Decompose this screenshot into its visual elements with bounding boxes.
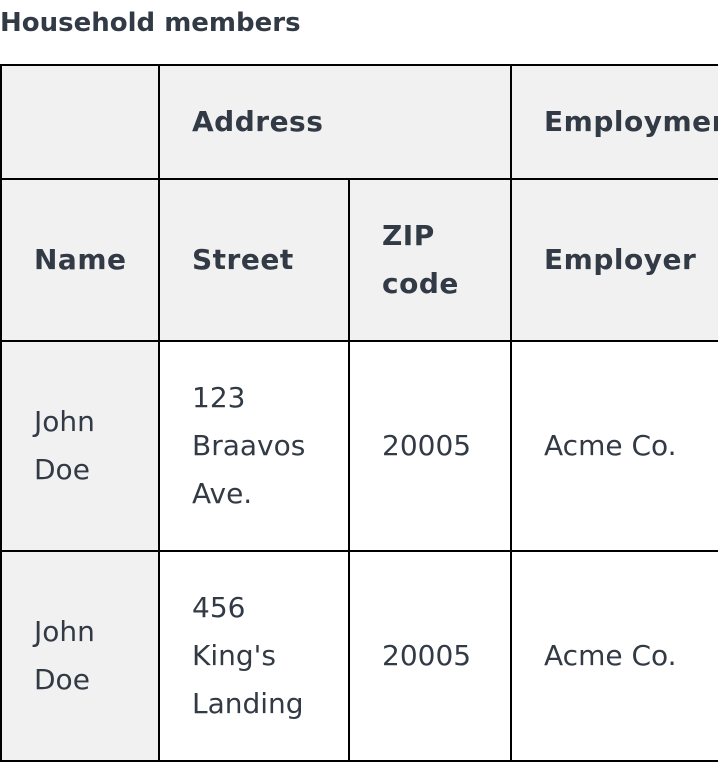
name-first: John — [34, 405, 95, 438]
address-group-header: Address — [157, 64, 513, 180]
table-row: John Doe 456 King's Landing 20005 Acme C… — [0, 550, 718, 762]
empty-header-cell — [0, 64, 160, 180]
employer-cell: Acme Co. — [510, 550, 718, 762]
table-row: John Doe 123 Braavos Ave. 20005 Acme Co. — [0, 340, 718, 552]
zip-code-column-header: ZIP code — [347, 178, 513, 342]
street-name: Braavos — [192, 429, 306, 462]
name-last: Doe — [34, 663, 90, 696]
group-header-row: Address Employment — [0, 64, 718, 180]
name-cell: John Doe — [0, 550, 160, 762]
street-column-header: Street — [158, 178, 350, 342]
employer-column-header: Employer — [510, 178, 718, 342]
street-suffix: Landing — [192, 687, 304, 720]
column-header-row: Name Street ZIP code Employer — [0, 178, 718, 342]
table-caption: Household members — [0, 8, 301, 38]
street-cell: 456 King's Landing — [158, 550, 350, 762]
name-first: John — [34, 615, 95, 648]
household-table-viewport[interactable]: Address Employment Name Street ZIP code … — [0, 64, 718, 762]
household-members-table: Address Employment Name Street ZIP code … — [0, 64, 718, 762]
zip-code-cell: 20005 — [347, 340, 513, 552]
name-last: Doe — [34, 453, 90, 486]
street-number: 456 — [192, 591, 246, 624]
street-name: King's — [192, 639, 276, 672]
street-cell: 123 Braavos Ave. — [158, 340, 350, 552]
zip-code-cell: 20005 — [347, 550, 513, 762]
name-cell: John Doe — [0, 340, 160, 552]
employment-group-header: Employment — [510, 64, 718, 180]
employer-cell: Acme Co. — [510, 340, 718, 552]
name-column-header: Name — [0, 178, 160, 342]
street-number: 123 — [192, 381, 246, 414]
street-suffix: Ave. — [192, 477, 253, 510]
